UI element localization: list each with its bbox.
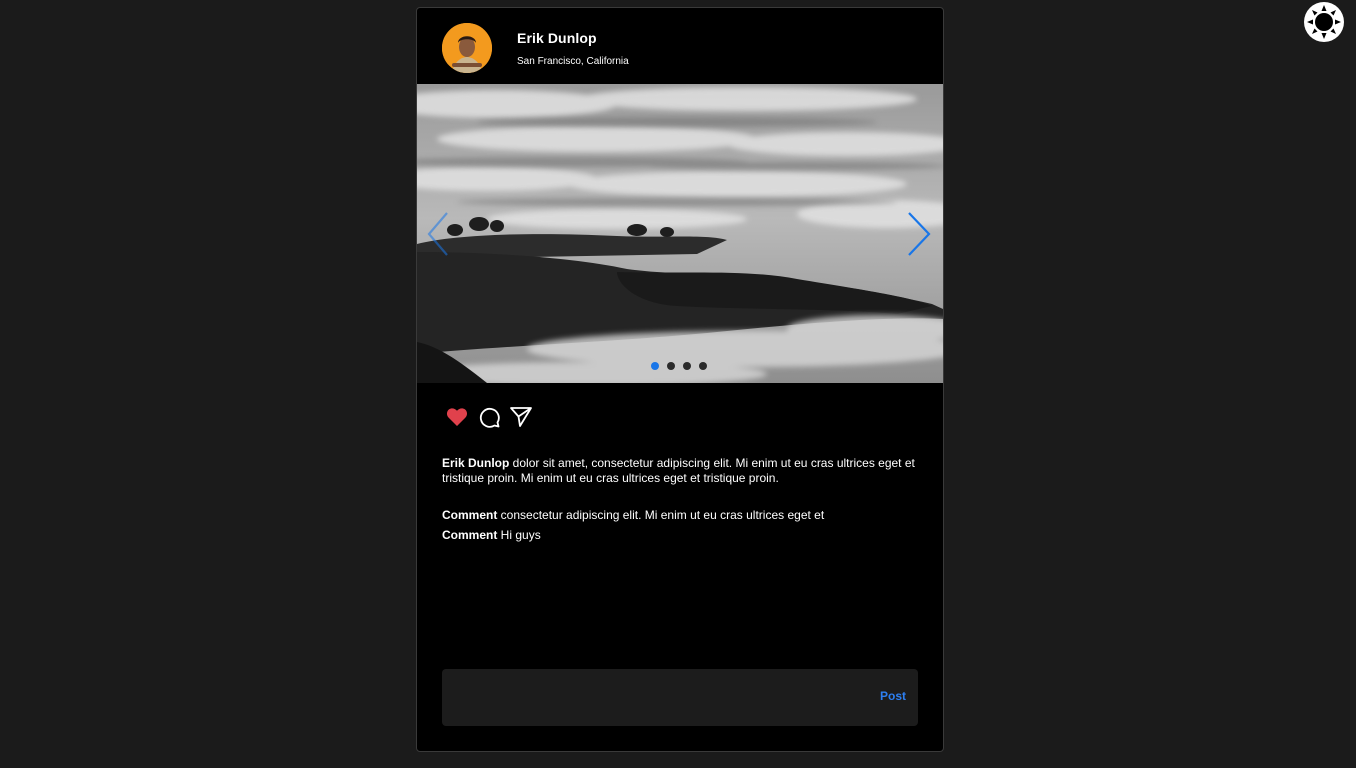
comment-text: Hi guys bbox=[497, 528, 541, 542]
post-caption: Erik Dunlop dolor sit amet, consectetur … bbox=[442, 456, 918, 486]
sun-icon bbox=[1307, 5, 1341, 39]
comment-bubble-icon bbox=[479, 407, 500, 428]
comment-text: consectetur adipiscing elit. Mi enim ut … bbox=[497, 508, 825, 522]
comment-author[interactable]: Comment bbox=[442, 528, 497, 542]
post-location: San Francisco, California bbox=[517, 56, 629, 67]
avatar-image bbox=[442, 23, 492, 73]
post-photo bbox=[417, 84, 943, 383]
carousel-dot[interactable] bbox=[651, 362, 659, 370]
comment-item: Comment consectetur adipiscing elit. Mi … bbox=[442, 508, 918, 523]
carousel-prev-button[interactable] bbox=[425, 209, 455, 259]
caption-author[interactable]: Erik Dunlop bbox=[442, 456, 509, 470]
post-header: Erik Dunlop San Francisco, California bbox=[417, 8, 943, 84]
carousel-pagination bbox=[651, 362, 707, 370]
comment-form: Post bbox=[442, 669, 918, 726]
theme-toggle-button[interactable] bbox=[1304, 2, 1344, 42]
avatar[interactable] bbox=[442, 23, 492, 73]
caption-text: dolor sit amet, consectetur adipiscing e… bbox=[442, 456, 915, 485]
comment-item: Comment Hi guys bbox=[442, 528, 918, 543]
comment-button[interactable] bbox=[477, 405, 501, 429]
heart-icon bbox=[446, 408, 468, 426]
comments-list: Comment consectetur adipiscing elit. Mi … bbox=[442, 508, 918, 548]
carousel-dot[interactable] bbox=[667, 362, 675, 370]
author-name[interactable]: Erik Dunlop bbox=[517, 30, 597, 46]
chevron-right-icon bbox=[908, 212, 931, 256]
post-image-carousel bbox=[417, 84, 943, 383]
post-card: Erik Dunlop San Francisco, California Er… bbox=[416, 7, 944, 752]
comment-input[interactable] bbox=[442, 669, 862, 726]
send-icon bbox=[510, 407, 532, 427]
like-button[interactable] bbox=[445, 405, 469, 429]
comment-author[interactable]: Comment bbox=[442, 508, 497, 522]
carousel-next-button[interactable] bbox=[905, 209, 935, 259]
carousel-dot[interactable] bbox=[683, 362, 691, 370]
share-button[interactable] bbox=[509, 405, 533, 429]
post-comment-button[interactable]: Post bbox=[880, 689, 906, 703]
carousel-dot[interactable] bbox=[699, 362, 707, 370]
chevron-left-icon bbox=[427, 212, 448, 256]
post-actions bbox=[445, 405, 533, 429]
